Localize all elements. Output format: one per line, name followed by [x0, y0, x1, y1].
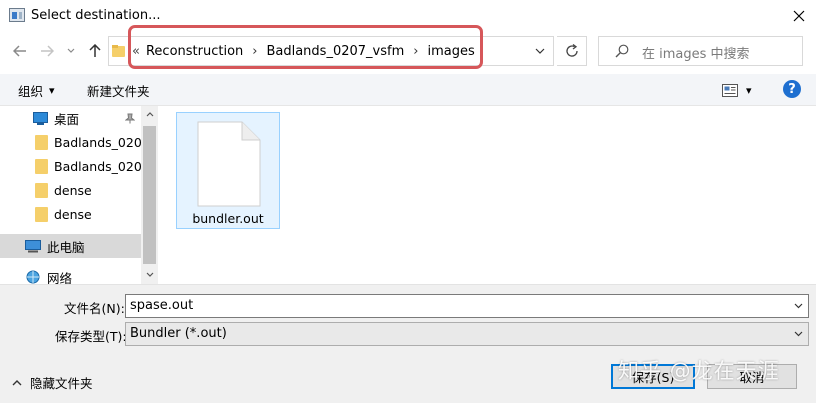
- scrollbar-thumb[interactable]: [143, 126, 156, 264]
- new-folder-button[interactable]: 新建文件夹: [87, 81, 150, 100]
- sidebar-item-label: 此电脑: [47, 239, 85, 255]
- sidebar-item-label: 桌面: [54, 111, 80, 127]
- caret-down-icon: ▾: [746, 83, 752, 97]
- file-name: bundler.out: [192, 211, 264, 226]
- refresh-button[interactable]: [557, 36, 587, 66]
- sidebar-item-badlands-0207[interactable]: Badlands_0207: [0, 154, 141, 178]
- cancel-button[interactable]: 取消: [707, 364, 797, 389]
- folder-icon: [35, 206, 48, 222]
- scroll-up-button[interactable]: [141, 106, 158, 123]
- arrow-right-icon: [41, 45, 54, 57]
- breadcrumb-separator-icon[interactable]: ›: [413, 44, 418, 59]
- close-button[interactable]: [782, 0, 816, 32]
- search-icon: [615, 44, 629, 58]
- filetype-value: Bundler (*.out): [130, 326, 227, 341]
- sidebar-item-label: dense: [54, 182, 92, 198]
- change-view-button[interactable]: ▾: [722, 81, 756, 99]
- chevron-down-icon: [535, 48, 545, 54]
- arrow-left-icon: [13, 45, 26, 57]
- desktop-icon: [33, 111, 48, 125]
- folder-icon: [35, 134, 48, 150]
- arrow-up-icon: [89, 44, 101, 57]
- filetype-select[interactable]: Bundler (*.out): [125, 322, 809, 346]
- search-box[interactable]: 在 images 中搜索: [598, 36, 803, 66]
- view-options-icon: [722, 83, 738, 97]
- command-toolbar: 组织 ▾ 新建文件夹 ▾: [0, 74, 816, 106]
- chevron-down-icon: [146, 272, 153, 277]
- forward-button[interactable]: [36, 40, 58, 62]
- organize-label: 组织: [18, 84, 44, 99]
- folder-icon: [35, 182, 48, 198]
- back-button[interactable]: [9, 40, 31, 62]
- recent-locations-dropdown[interactable]: [62, 40, 80, 62]
- app-icon: [9, 8, 25, 22]
- computer-icon: [25, 239, 41, 252]
- sidebar-item-dense[interactable]: dense: [0, 178, 141, 202]
- window-title: Select destination...: [31, 8, 161, 23]
- breadcrumb-item-badlands-vsfm[interactable]: Badlands_0207_vsfm: [266, 44, 404, 59]
- sidebar-item-desktop[interactable]: 桌面: [0, 106, 141, 130]
- sidebar-item-dense[interactable]: dense: [0, 202, 141, 226]
- filename-input[interactable]: spase.out: [125, 294, 809, 318]
- chevron-up-icon: [146, 112, 153, 117]
- sidebar-item-this-pc[interactable]: 此电脑: [0, 234, 141, 258]
- search-placeholder: 在 images 中搜索: [642, 47, 750, 62]
- save-button[interactable]: 保存(S): [611, 364, 695, 389]
- help-button[interactable]: ?: [783, 80, 801, 98]
- caret-down-icon: ▾: [49, 84, 55, 97]
- hide-folders-label: 隐藏文件夹: [30, 376, 93, 391]
- sidebar-item-label: Badlands_0207: [54, 134, 141, 150]
- breadcrumb-separator-icon[interactable]: ›: [252, 44, 257, 59]
- breadcrumb-item-images[interactable]: images: [427, 44, 474, 59]
- organize-button[interactable]: 组织 ▾: [18, 81, 55, 100]
- filename-label: 文件名(N):: [64, 301, 125, 316]
- filename-value: spase.out: [130, 298, 194, 313]
- up-button[interactable]: [84, 40, 106, 62]
- document-icon: [197, 121, 261, 207]
- chevron-down-icon: [67, 48, 75, 53]
- nav-pane-scrollbar[interactable]: [141, 106, 158, 284]
- filetype-label: 保存类型(T):: [55, 329, 127, 344]
- navigation-pane: 桌面 Badlands_0207 Badlands_0207 dense den…: [0, 106, 158, 286]
- breadcrumb-item-reconstruction[interactable]: Reconstruction: [146, 44, 243, 59]
- chevron-down-icon: [794, 303, 802, 309]
- folder-icon: [35, 158, 48, 174]
- scroll-down-button[interactable]: [141, 266, 158, 283]
- breadcrumb: « Reconstruction › Badlands_0207_vsfm › …: [132, 37, 475, 65]
- breadcrumb-overflow-icon[interactable]: «: [132, 44, 140, 59]
- address-dropdown-button[interactable]: [529, 37, 551, 65]
- pin-icon[interactable]: [125, 113, 135, 124]
- address-bar[interactable]: « Reconstruction › Badlands_0207_vsfm › …: [108, 36, 554, 66]
- sidebar-item-label: dense: [54, 206, 92, 222]
- sidebar-item-label: Badlands_0207: [54, 158, 141, 174]
- filetype-dropdown-button[interactable]: [788, 323, 808, 345]
- filename-history-dropdown[interactable]: [788, 295, 808, 317]
- hide-folders-button[interactable]: 隐藏文件夹: [12, 373, 93, 392]
- refresh-icon: [565, 44, 578, 57]
- chevron-down-icon: [794, 331, 802, 337]
- file-item-bundler-out[interactable]: bundler.out: [176, 112, 280, 229]
- close-icon: [793, 10, 805, 22]
- sidebar-item-badlands-0207[interactable]: Badlands_0207: [0, 130, 141, 154]
- folder-icon: [112, 45, 125, 57]
- chevron-up-icon: [12, 379, 22, 385]
- network-icon: [26, 270, 40, 284]
